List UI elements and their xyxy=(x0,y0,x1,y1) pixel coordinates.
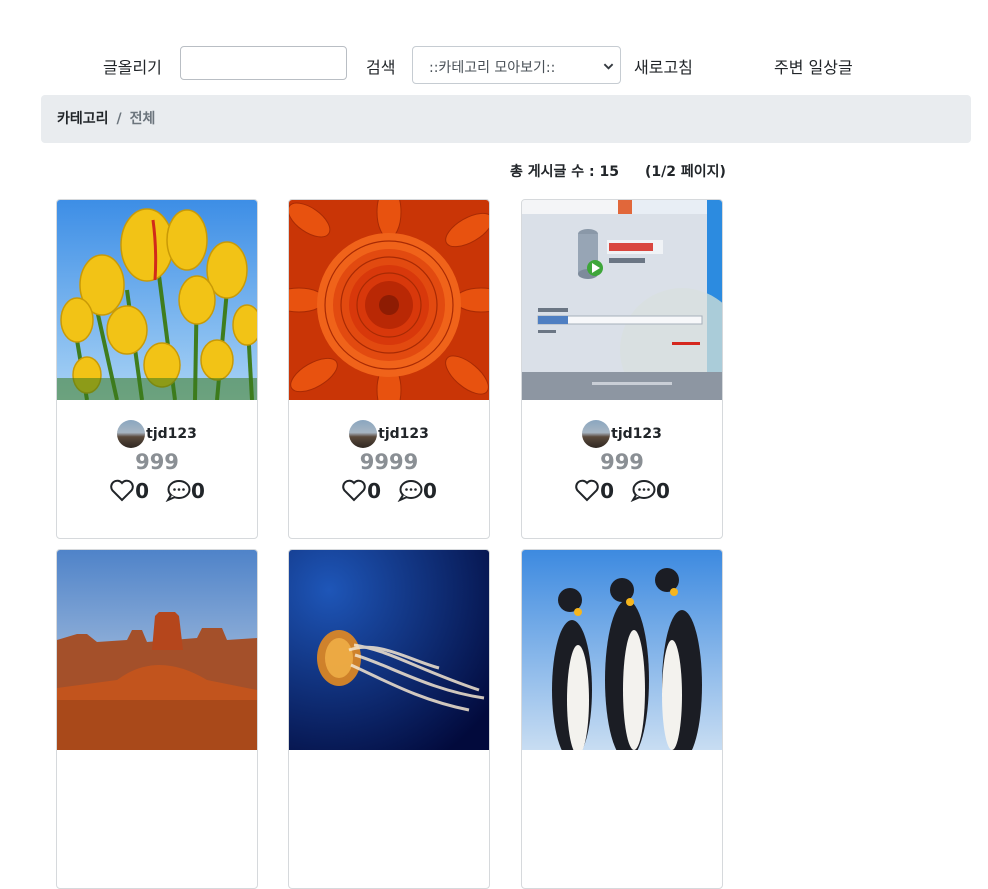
comment-count: 0 xyxy=(656,479,670,503)
post-thumbnail xyxy=(57,550,257,750)
comment-icon[interactable] xyxy=(165,479,191,503)
write-post-link[interactable]: 글올리기 xyxy=(103,54,162,78)
chevron-down-icon xyxy=(603,63,614,70)
refresh-link[interactable]: 새로고침 xyxy=(634,54,693,78)
top-nav: 글올리기 검색 ::카테고리 모아보기:: 새로고침 주변 일상글 xyxy=(0,46,988,84)
post-thumbnail xyxy=(522,550,722,750)
category-select[interactable]: ::카테고리 모아보기:: xyxy=(412,46,621,84)
post-card[interactable] xyxy=(56,549,258,889)
post-thumbnail xyxy=(289,200,489,400)
search-input[interactable] xyxy=(180,46,347,80)
author-name[interactable]: tjd123 xyxy=(611,426,662,442)
nearby-posts-link[interactable]: 주변 일상글 xyxy=(774,54,853,78)
post-stats: 00 xyxy=(57,479,257,503)
like-count: 0 xyxy=(600,479,614,503)
post-count: 총 게시글 수 : 15 xyxy=(510,164,619,180)
author-name[interactable]: tjd123 xyxy=(378,426,429,442)
post-card[interactable]: tjd123 999 00 xyxy=(521,199,723,539)
post-thumbnail xyxy=(289,550,489,750)
view-count: 999 xyxy=(600,450,644,474)
avatar xyxy=(582,420,611,448)
avatar xyxy=(117,420,146,448)
page-info: (1/2 페이지) xyxy=(645,164,726,180)
post-author: tjd123 xyxy=(522,420,722,448)
comment-icon[interactable] xyxy=(630,479,656,503)
comment-count: 0 xyxy=(191,479,205,503)
avatar xyxy=(349,420,378,448)
breadcrumb-category-link[interactable]: 카테고리 xyxy=(57,111,109,127)
breadcrumb-separator: / xyxy=(116,111,122,127)
author-name[interactable]: tjd123 xyxy=(146,426,197,442)
post-thumbnail xyxy=(522,200,722,400)
view-count: 9999 xyxy=(359,450,419,474)
heart-icon[interactable] xyxy=(109,479,135,502)
like-count: 0 xyxy=(135,479,149,503)
comment-count: 0 xyxy=(423,479,437,503)
post-author: tjd123 xyxy=(57,420,257,448)
post-card[interactable]: tjd123 9999 00 xyxy=(288,199,490,539)
like-count: 0 xyxy=(367,479,381,503)
search-button[interactable]: 검색 xyxy=(366,54,395,78)
comment-icon[interactable] xyxy=(397,479,423,503)
breadcrumb-current: 전체 xyxy=(129,111,156,127)
heart-icon[interactable] xyxy=(341,479,367,502)
view-count: 999 xyxy=(135,450,179,474)
post-thumbnail xyxy=(57,200,257,400)
post-card[interactable]: tjd123 999 00 xyxy=(56,199,258,539)
post-stats: 00 xyxy=(289,479,489,503)
category-select-value: ::카테고리 모아보기:: xyxy=(429,60,556,76)
post-stats: 00 xyxy=(522,479,722,503)
post-card[interactable] xyxy=(521,549,723,889)
post-author: tjd123 xyxy=(289,420,489,448)
post-card[interactable] xyxy=(288,549,490,889)
breadcrumb: 카테고리 / 전체 xyxy=(41,95,971,143)
heart-icon[interactable] xyxy=(574,479,600,502)
